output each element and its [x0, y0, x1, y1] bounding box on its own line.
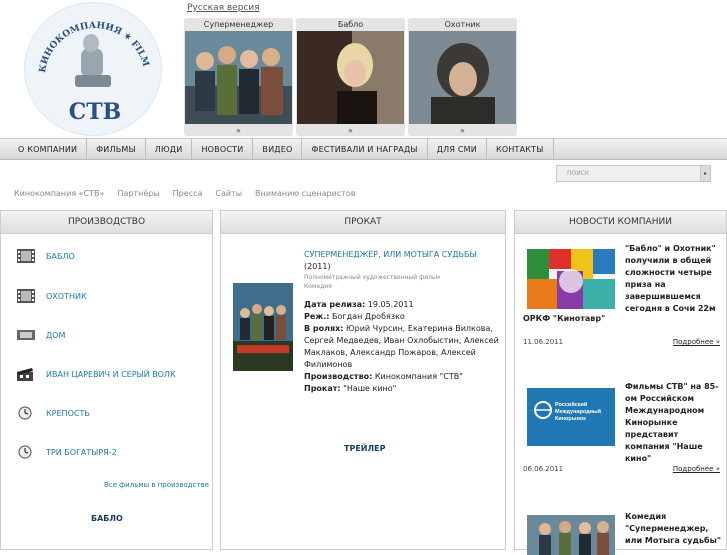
film-title-link[interactable]: СУПЕРМЕНЕДЖЕР, ИЛИ МОТЫГА СУДЬБЫ — [304, 250, 477, 259]
production-item-label: ДОМ — [46, 330, 66, 340]
film-market-logo-image[interactable]: Российский Международный Кинорынок — [527, 388, 615, 446]
film-card-arrow[interactable]: » — [296, 126, 405, 135]
release-label: Дата релиза: — [304, 300, 366, 309]
production-item[interactable]: ИВАН ЦАРЕВИЧ И СЕРЫЙ ВОЛК — [17, 367, 176, 381]
film-card-bablo[interactable]: Бабло » — [296, 18, 405, 136]
film-strip-icon — [17, 289, 35, 303]
menu-item-festivals[interactable]: ФЕСТИВАЛИ И НАГРАДЫ — [302, 139, 428, 159]
film-still-image[interactable] — [185, 31, 292, 124]
production-item[interactable]: ОХОТНИК — [17, 289, 87, 303]
menu-item-news[interactable]: НОВОСТИ — [192, 139, 254, 159]
news-item-date: 11.06.2011 — [523, 338, 564, 346]
production-item[interactable]: ТРИ БОГАТЫРЯ-2 — [17, 445, 117, 459]
film-genre: Комедия — [304, 283, 332, 290]
distribution-value: "Наше кино" — [343, 384, 397, 393]
svg-text:Российский: Российский — [555, 401, 587, 408]
search-button[interactable]: ▸ — [700, 166, 710, 181]
news-item-text[interactable]: Комедия "Суперменеджер, или Мотыга судьб… — [625, 511, 725, 547]
news-panel: НОВОСТИ КОМПАНИИ "Бабло" и Охотник" полу… — [514, 210, 727, 555]
release-date: 19.05.2011 — [367, 300, 414, 309]
search-placeholder: ПОИСК — [567, 170, 590, 177]
production-item-label: ИВАН ЦАРЕВИЧ И СЕРЫЙ ВОЛК — [46, 369, 176, 379]
menu-item-about[interactable]: О КОМПАНИИ — [0, 139, 88, 159]
sub-navigation: Кинокомпания «СТВ» Партнёры Пресса Сайты… — [14, 189, 355, 198]
film-card-title: Охотник — [444, 20, 481, 29]
news-item-tail: ОРКФ "Кинотавр" — [523, 314, 606, 323]
read-more-link[interactable]: Подробнее » — [673, 338, 720, 346]
cast-label: В ролях: — [304, 324, 344, 333]
production-item[interactable]: КРЕПОСТЬ — [17, 406, 90, 420]
film-kind: Полнометражный художественный фильм — [304, 274, 441, 281]
news-header: НОВОСТИ КОМПАНИИ — [515, 211, 726, 234]
film-card-supermanager[interactable]: Суперменеджер » — [184, 18, 293, 136]
director-label: Реж.: — [304, 312, 330, 321]
news-film-image[interactable] — [527, 515, 615, 555]
production-item-label: ОХОТНИК — [46, 291, 87, 301]
film-info: СУПЕРМЕНЕДЖЕР, ИЛИ МОТЫГА СУДЬБЫ (2011) … — [304, 249, 499, 395]
film-reel-icon — [17, 330, 35, 340]
film-still-image[interactable] — [297, 31, 404, 124]
film-card-hunter[interactable]: Охотник » — [408, 18, 517, 136]
subnav-press[interactable]: Пресса — [173, 189, 203, 198]
clock-icon — [18, 445, 32, 459]
film-card-title: Суперменеджер — [203, 20, 274, 29]
film-strip-icon — [17, 249, 35, 263]
main-menu: О КОМПАНИИ ФИЛЬМЫ ЛЮДИ НОВОСТИ ВИДЕО ФЕС… — [0, 138, 727, 160]
production-value: Кинокомпания "СТВ" — [374, 372, 463, 381]
production-item[interactable]: ДОМ — [17, 328, 65, 342]
production-panel: ПРОИЗВОДСТВО БАБЛО ОХОТНИК ДОМ ИВАН ЦАРЕ… — [0, 210, 213, 550]
news-item-text[interactable]: Фильмы СТВ" на 85-ом Российском Междунар… — [625, 381, 725, 465]
menu-item-press[interactable]: ДЛЯ СМИ — [428, 139, 487, 159]
film-still-image[interactable] — [409, 31, 516, 124]
production-item-label: КРЕПОСТЬ — [46, 408, 90, 418]
svg-text:Кинорынок: Кинорынок — [555, 416, 586, 422]
production-header: ПРОИЗВОДСТВО — [1, 211, 212, 234]
menu-item-films[interactable]: ФИЛЬМЫ — [87, 139, 146, 159]
production-item-label: ТРИ БОГАТЫРЯ-2 — [46, 447, 117, 457]
trailer-link[interactable]: ТРЕЙЛЕР — [344, 444, 385, 453]
featured-production-title[interactable]: БАБЛО — [91, 514, 123, 523]
production-item-label: БАБЛО — [46, 251, 75, 261]
rental-header: ПРОКАТ — [221, 211, 505, 234]
site-header: КИНОКОМПАНИЯ ✶ FILM COMPANY СТВ Русская … — [0, 0, 727, 138]
subnav-company[interactable]: Кинокомпания «СТВ» — [14, 189, 104, 198]
read-more-link[interactable]: Подробнее » — [673, 465, 720, 473]
rental-panel: ПРОКАТ СУПЕРМЕНЕДЖЕР, ИЛИ МОТЫГА СУДЬБЫ … — [220, 210, 506, 550]
news-item-date: 06.06.2011 — [523, 465, 564, 473]
film-card-title: Бабло — [337, 20, 364, 29]
menu-item-people[interactable]: ЛЮДИ — [146, 139, 193, 159]
search-input[interactable]: ПОИСК ▸ — [556, 165, 711, 182]
svg-text:Международный: Международный — [555, 408, 601, 415]
clock-icon — [18, 406, 32, 420]
kinotavr-logo-image[interactable] — [527, 249, 615, 309]
all-films-link[interactable]: Все фильмы в производстве — [104, 481, 209, 489]
film-poster-image[interactable] — [233, 283, 293, 371]
director-value: Богдан Дробязко — [332, 312, 405, 321]
film-card-arrow[interactable]: » — [184, 126, 293, 135]
subnav-writers[interactable]: Вниманию сценаристов — [255, 189, 355, 198]
subnav-sites[interactable]: Сайты — [215, 189, 242, 198]
company-logo[interactable]: КИНОКОМПАНИЯ ✶ FILM COMPANY СТВ — [24, 2, 162, 136]
distribution-label: Прокат: — [304, 384, 341, 393]
subnav-partners[interactable]: Партнёры — [117, 189, 159, 198]
menu-item-video[interactable]: ВИДЕО — [253, 139, 303, 159]
news-item-text[interactable]: "Бабло" и Охотник" получили в общей слож… — [625, 243, 725, 315]
production-item[interactable]: БАБЛО — [17, 249, 75, 263]
logo-mark: СТВ — [69, 99, 121, 125]
film-year: (2011) — [304, 262, 331, 271]
menu-item-contacts[interactable]: КОНТАКТЫ — [487, 139, 554, 159]
featured-films: Суперменеджер » Бабло » Охотник » — [184, 18, 517, 136]
clapperboard-icon — [17, 368, 33, 381]
film-card-arrow[interactable]: » — [408, 126, 517, 135]
production-label: Производство: — [304, 372, 373, 381]
russian-version-link[interactable]: Русская версия — [187, 3, 260, 13]
